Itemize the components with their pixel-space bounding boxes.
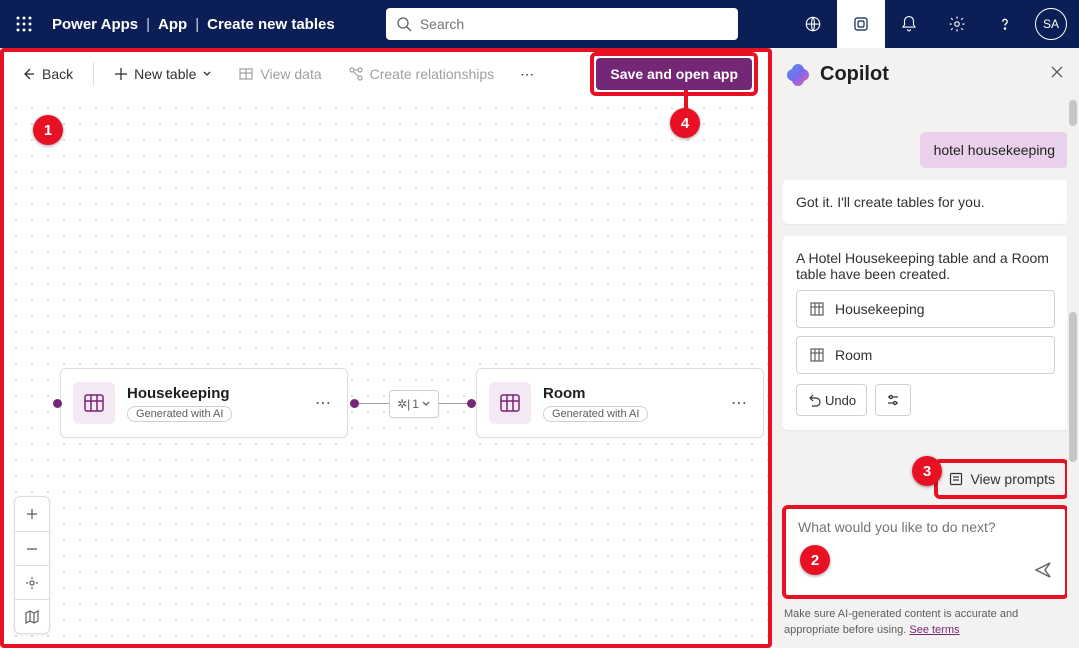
plus-icon (114, 67, 128, 81)
undo-button[interactable]: Undo (796, 384, 867, 416)
prompts-icon (948, 471, 964, 487)
bot-message: Got it. I'll create tables for you. (782, 180, 1069, 224)
table-card-housekeeping[interactable]: Housekeeping Generated with AI ⋯ (60, 368, 348, 438)
more-options[interactable]: ⋯ (514, 62, 540, 87)
copilot-title: Copilot (820, 63, 1039, 86)
app-launcher[interactable] (0, 0, 48, 48)
callout-1: 1 (33, 115, 63, 145)
crumb-page[interactable]: Create new tables (207, 16, 335, 33)
table-glyph-icon (489, 382, 531, 424)
create-relationships-button[interactable]: Create relationships (342, 62, 501, 86)
table-link-housekeeping[interactable]: Housekeeping (796, 290, 1055, 328)
avatar[interactable]: SA (1035, 8, 1067, 40)
callout-4: 4 (670, 108, 700, 138)
view-data-button[interactable]: View data (232, 62, 327, 86)
new-table-button[interactable]: New table (108, 62, 218, 86)
environment-icon[interactable] (789, 0, 837, 48)
search-input[interactable] (420, 16, 728, 32)
copilot-header-icon[interactable] (837, 0, 885, 48)
table-name: Room (543, 385, 715, 402)
zoom-toolbar (14, 496, 50, 634)
disclaimer: Make sure AI-generated content is accura… (772, 607, 1079, 648)
table-more[interactable]: ⋯ (311, 389, 335, 417)
table-icon (809, 301, 825, 317)
send-icon (1033, 560, 1053, 580)
search-box[interactable] (386, 8, 738, 40)
table-link-room[interactable]: Room (796, 336, 1055, 374)
canvas-pane: Back New table View data Create relation… (0, 48, 772, 648)
table-icon (238, 66, 254, 82)
notifications-icon[interactable] (885, 0, 933, 48)
copilot-logo-icon (786, 62, 810, 86)
see-terms-link[interactable]: See terms (909, 624, 959, 636)
chevron-down-icon (202, 69, 212, 79)
callout-2: 2 (800, 545, 830, 575)
adjust-button[interactable] (875, 384, 911, 416)
arrow-left-icon (20, 66, 36, 82)
bot-message: A Hotel Housekeeping table and a Room ta… (782, 236, 1069, 430)
send-button[interactable] (1033, 560, 1053, 585)
back-button[interactable]: Back (14, 62, 79, 86)
zoom-in-button[interactable] (15, 497, 49, 531)
table-card-room[interactable]: Room Generated with AI ⋯ (476, 368, 764, 438)
table-more[interactable]: ⋯ (727, 389, 751, 417)
fit-button[interactable] (15, 565, 49, 599)
table-glyph-icon (73, 382, 115, 424)
erd-canvas[interactable]: Housekeeping Generated with AI ⋯ ✲|1 (4, 96, 768, 644)
view-prompts-button[interactable]: View prompts (940, 467, 1063, 491)
settings-icon[interactable] (933, 0, 981, 48)
user-message: hotel housekeeping (920, 132, 1069, 168)
chevron-down-icon (421, 399, 431, 409)
zoom-out-button[interactable] (15, 531, 49, 565)
sliders-icon (886, 393, 900, 407)
undo-icon (807, 393, 821, 407)
scrollbar[interactable] (1067, 96, 1079, 648)
app-title[interactable]: Power Apps (52, 16, 138, 33)
help-icon[interactable] (981, 0, 1029, 48)
copilot-input[interactable] (798, 519, 1053, 560)
ai-badge: Generated with AI (543, 406, 648, 422)
crumb-app[interactable]: App (158, 16, 187, 33)
relationship-card[interactable]: ✲|1 (389, 390, 439, 418)
callout-3: 3 (912, 456, 942, 486)
minimap-button[interactable] (15, 599, 49, 633)
search-icon (396, 16, 412, 32)
breadcrumb: Power Apps | App | Create new tables (52, 16, 335, 33)
relation-icon (348, 66, 364, 82)
table-name: Housekeeping (127, 385, 299, 402)
close-button[interactable] (1049, 64, 1065, 85)
table-icon (809, 347, 825, 363)
save-and-open-button[interactable]: Save and open app (596, 58, 752, 90)
ai-badge: Generated with AI (127, 406, 232, 422)
